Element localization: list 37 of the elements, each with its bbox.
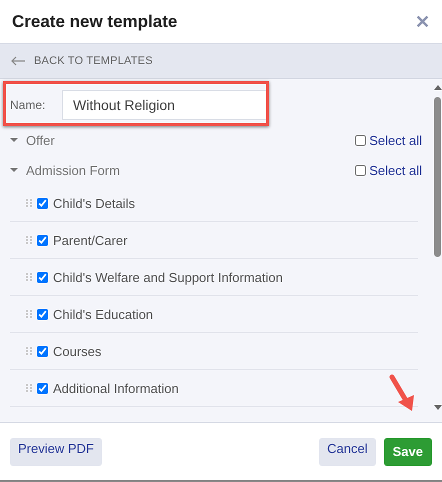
scrollbar-thumb[interactable] <box>434 97 441 257</box>
name-field[interactable]: Without Religion <box>62 90 267 120</box>
section-title[interactable]: Offer <box>26 132 356 148</box>
drag-handle-icon[interactable] <box>26 309 32 319</box>
item-checkbox[interactable] <box>37 382 48 394</box>
item-checkbox[interactable] <box>37 346 48 356</box>
section-title[interactable]: Admission Form <box>26 162 356 178</box>
drag-handle-icon[interactable] <box>26 198 32 208</box>
back-arrow-icon[interactable] <box>10 56 26 66</box>
item-checkbox[interactable] <box>37 308 48 320</box>
item-checkbox[interactable] <box>37 198 48 208</box>
select-all-link[interactable]: Select all <box>369 132 422 148</box>
scroll-up-icon[interactable] <box>433 83 442 91</box>
item-checkbox[interactable] <box>37 272 48 282</box>
drag-handle-icon[interactable] <box>26 383 32 393</box>
select-all-link[interactable]: Select all <box>369 162 422 178</box>
item-label: Additional Information <box>53 380 179 396</box>
cancel-button[interactable]: Cancel <box>319 438 376 466</box>
item-label: Child's Education <box>53 306 154 322</box>
save-button[interactable]: Save <box>384 438 432 466</box>
dialog-title: Create new template <box>12 12 178 32</box>
select-all-checkbox[interactable] <box>355 164 366 176</box>
drag-handle-icon[interactable] <box>26 235 32 245</box>
drag-handle-icon[interactable] <box>26 346 32 356</box>
select-all-checkbox[interactable] <box>355 134 366 146</box>
caret-icon[interactable] <box>8 166 20 174</box>
back-link[interactable]: BACK TO TEMPLATES <box>34 55 153 67</box>
item-label: Child's Details <box>53 196 135 210</box>
scroll-down-icon[interactable] <box>433 404 442 412</box>
item-label: Courses <box>53 344 102 358</box>
name-label: Name: <box>9 98 46 112</box>
drag-handle-icon[interactable] <box>26 272 32 282</box>
item-label: Parent/Carer <box>53 232 128 248</box>
preview-pdf-button[interactable]: Preview PDF <box>10 438 102 466</box>
caret-icon[interactable] <box>8 136 20 144</box>
item-label: Child's Welfare and Support Information <box>53 270 283 284</box>
item-checkbox[interactable] <box>37 234 48 246</box>
